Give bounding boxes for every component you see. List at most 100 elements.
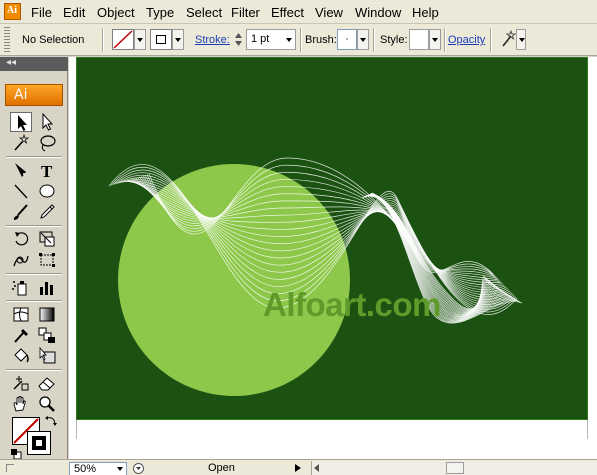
menu-bar: Ai File Edit Object Type Select Filter E… <box>0 0 597 24</box>
lasso-icon <box>40 135 56 152</box>
style-dropdown[interactable] <box>429 29 441 50</box>
stroke-square-icon <box>156 35 166 44</box>
logo-text: Ai <box>14 87 28 103</box>
svg-text:T: T <box>41 162 53 180</box>
symbol-sprayer-tool[interactable] <box>10 277 32 297</box>
lasso-tool[interactable] <box>36 133 58 153</box>
isolate-selected-button[interactable] <box>500 29 517 48</box>
tools-panel-titlebar[interactable]: ◂◂ <box>0 57 68 71</box>
brush-label: Brush: <box>305 34 337 46</box>
slice-tool[interactable] <box>10 373 32 393</box>
type-tool[interactable]: T <box>36 160 58 180</box>
stroke-weight-field[interactable]: 1 pt <box>246 29 296 50</box>
menu-type[interactable]: Type <box>146 5 174 20</box>
menu-object[interactable]: Object <box>97 5 135 20</box>
stroke-weight-value: 1 pt <box>251 33 270 45</box>
scrollbar-thumb[interactable] <box>446 462 464 474</box>
separator <box>6 273 62 275</box>
paintbrush-tool[interactable] <box>10 202 32 222</box>
menu-filter[interactable]: Filter <box>231 5 260 20</box>
fill-dropdown[interactable] <box>134 29 146 50</box>
warp-tool[interactable] <box>10 250 32 270</box>
status-menu-icon[interactable] <box>132 462 145 475</box>
swap-fill-stroke-icon[interactable] <box>45 414 58 427</box>
eraser-tool[interactable] <box>36 373 58 393</box>
mesh-tool[interactable] <box>10 304 32 324</box>
control-bar: No Selection Stroke: 1 pt Brush: · Style… <box>0 24 597 56</box>
illustrator-app-icon[interactable]: Ai <box>4 3 21 20</box>
gradient-icon <box>39 307 55 322</box>
hand-tool[interactable] <box>10 394 32 414</box>
menu-select[interactable]: Select <box>186 5 222 20</box>
white-arrow-icon <box>42 112 54 131</box>
graphic-style-swatch[interactable] <box>409 29 429 50</box>
menu-file[interactable]: File <box>31 5 52 20</box>
line-segment-tool[interactable] <box>10 181 32 201</box>
rotate-tool[interactable] <box>10 229 32 249</box>
zoom-tool[interactable] <box>36 394 58 414</box>
fill-swatch[interactable] <box>112 29 134 50</box>
menu-window[interactable]: Window <box>355 5 401 20</box>
paint-bucket-icon <box>14 348 29 363</box>
separator <box>6 225 62 227</box>
pencil-tool[interactable] <box>36 202 58 222</box>
brush-dropdown[interactable] <box>357 29 369 50</box>
illustrator-logo: Ai <box>5 84 63 106</box>
stroke-dropdown[interactable] <box>172 29 184 50</box>
stroke-color-box[interactable] <box>27 431 51 455</box>
blend-icon <box>38 327 55 343</box>
style-label: Style: <box>380 34 408 46</box>
stepper-arrows-icon <box>235 33 242 46</box>
none-fill-icon <box>113 30 133 49</box>
eyedropper-tool[interactable] <box>10 325 32 345</box>
line-icon <box>14 184 28 199</box>
opacity-panel-link[interactable]: Opacity <box>448 34 485 46</box>
magic-wand-icon <box>14 133 29 151</box>
hand-icon <box>13 396 26 412</box>
magic-wand-icon <box>502 29 517 47</box>
scale-tool[interactable] <box>36 229 58 249</box>
menu-effect[interactable]: Effect <box>271 5 304 20</box>
menu-view[interactable]: View <box>315 5 343 20</box>
type-t-icon: T <box>41 162 53 180</box>
stroke-square-icon <box>32 436 46 450</box>
warp-icon <box>13 255 29 267</box>
stroke-swatch[interactable] <box>150 29 172 50</box>
artboard[interactable]: Alfoart.com <box>76 57 588 420</box>
zoom-level-dropdown[interactable]: 50% <box>69 462 127 475</box>
horizontal-scrollbar[interactable] <box>311 461 597 475</box>
column-graph-icon <box>40 282 53 295</box>
magic-wand-tool[interactable] <box>10 133 32 153</box>
collapse-panel-icon[interactable]: ◂◂ <box>6 57 16 68</box>
control-bar-grip[interactable] <box>4 27 10 53</box>
stroke-weight-stepper[interactable] <box>233 30 244 49</box>
paintbrush-icon <box>13 204 28 220</box>
black-arrow-icon <box>18 115 27 131</box>
status-bar: 50% Open <box>0 459 597 475</box>
pen-tool[interactable] <box>10 160 32 180</box>
rotate-icon <box>15 232 29 246</box>
menu-edit[interactable]: Edit <box>63 5 85 20</box>
scroll-left-arrow-icon[interactable] <box>314 464 319 472</box>
live-paint-bucket-tool[interactable] <box>10 346 32 366</box>
direct-selection-tool[interactable] <box>36 112 58 132</box>
artboard-edge <box>76 420 77 439</box>
menu-help[interactable]: Help <box>412 5 439 20</box>
stroke-panel-link[interactable]: Stroke: <box>195 34 230 46</box>
separator <box>373 28 375 52</box>
selection-tool[interactable] <box>10 112 32 132</box>
column-graph-tool[interactable] <box>36 277 58 297</box>
magnifier-icon <box>39 396 55 412</box>
free-transform-tool[interactable] <box>36 250 58 270</box>
brush-field[interactable]: · <box>337 29 357 50</box>
isolate-dropdown[interactable] <box>516 29 526 50</box>
eraser-icon <box>38 377 55 391</box>
gradient-tool[interactable] <box>36 304 58 324</box>
ellipse-icon <box>39 184 55 198</box>
status-arrow-icon[interactable] <box>295 464 301 472</box>
ellipse-tool[interactable] <box>36 181 58 201</box>
live-paint-selection-tool[interactable] <box>36 346 58 366</box>
blend-tool[interactable] <box>36 325 58 345</box>
tools-panel: ◂◂ Ai T <box>0 57 68 475</box>
symbol-sprayer-icon <box>12 281 27 296</box>
